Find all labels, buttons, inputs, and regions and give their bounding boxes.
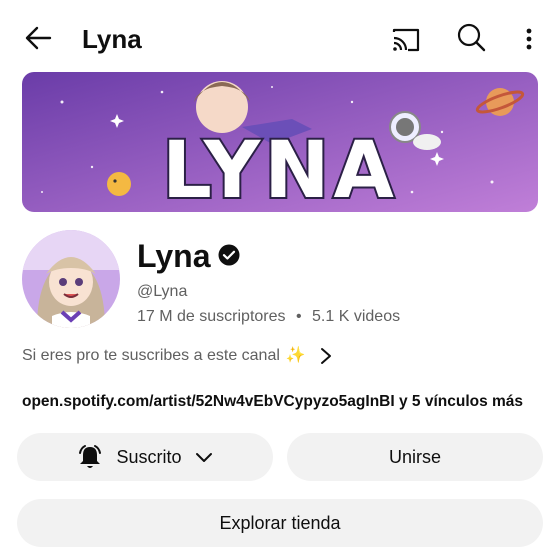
- banner-art: LYNA: [22, 72, 538, 212]
- description-text: Si eres pro te suscribes a este canal: [22, 347, 280, 364]
- channel-name: Lyna: [137, 238, 211, 274]
- channel-handle: @Lyna: [137, 283, 188, 300]
- chevron-right-icon: [320, 348, 331, 364]
- avatar-art: [22, 230, 120, 328]
- channel-links[interactable]: open.spotify.com/artist/52Nw4vEbVCypyzo5…: [22, 392, 523, 412]
- verified-check-icon: [218, 244, 240, 266]
- primary-link[interactable]: open.spotify.com/artist/52Nw4vEbVCypyzo5…: [22, 393, 395, 410]
- join-label: Unirse: [388, 446, 441, 467]
- back-button[interactable]: [18, 18, 58, 58]
- channel-description[interactable]: Si eres pro te suscribes a este canal ✨: [22, 345, 332, 367]
- channel-avatar[interactable]: [22, 230, 120, 328]
- bell-ring-icon: [79, 445, 102, 468]
- search-icon: [457, 23, 486, 52]
- join-button[interactable]: Unirse: [287, 433, 543, 481]
- subscribed-button[interactable]: Suscrito: [17, 433, 273, 481]
- explore-store-button[interactable]: Explorar tienda: [17, 499, 543, 547]
- subscribed-label: Suscrito: [116, 446, 182, 467]
- sparkles-emoji: ✨: [285, 347, 306, 364]
- banner-title: LYNA: [162, 126, 398, 212]
- cast-button[interactable]: [386, 20, 426, 60]
- more-options-button[interactable]: [514, 20, 544, 60]
- stats-separator: •: [295, 308, 302, 325]
- arrow-left-icon: [25, 26, 52, 50]
- explore-store-label: Explorar tienda: [219, 512, 341, 533]
- verified-badge: [218, 244, 240, 266]
- video-count: 5.1 K videos: [312, 308, 401, 325]
- search-button[interactable]: [452, 18, 492, 58]
- channel-banner: LYNA: [22, 72, 538, 212]
- chevron-down-icon: [195, 453, 212, 462]
- more-links[interactable]: y 5 vínculos más: [395, 393, 523, 410]
- more-vertical-icon: [526, 28, 532, 50]
- cast-icon: [392, 28, 420, 52]
- channel-stats: 17 M de suscriptores • 5.1 K videos: [137, 307, 400, 327]
- page-title: Lyna: [82, 24, 142, 54]
- subscriber-count: 17 M de suscriptores: [137, 308, 286, 325]
